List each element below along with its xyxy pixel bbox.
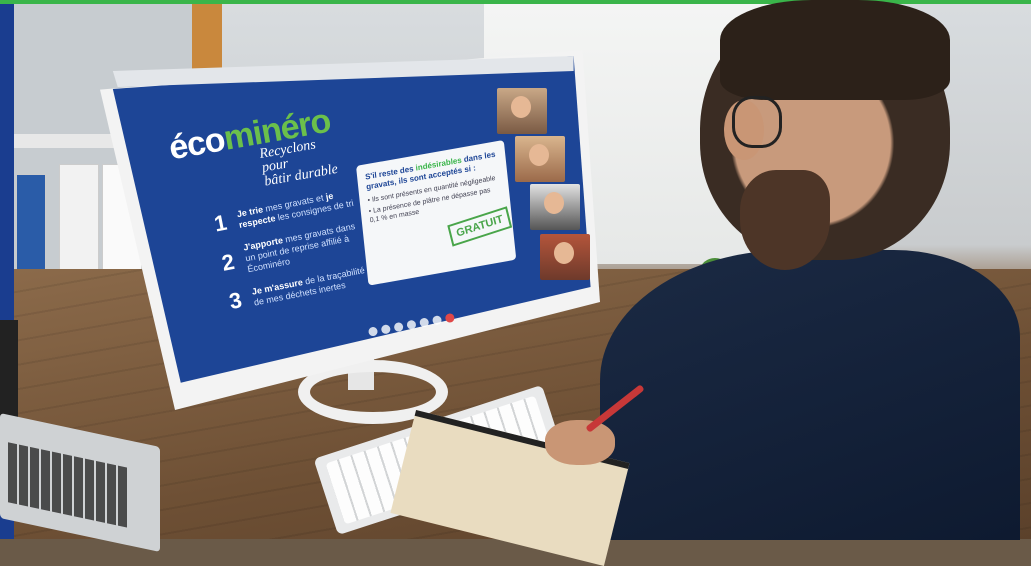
free-stamp: GRATUIT: [447, 206, 513, 247]
end-call-icon[interactable]: [444, 312, 456, 324]
camera-icon[interactable]: [380, 324, 392, 335]
captions-icon[interactable]: [393, 321, 404, 333]
person-hand: [545, 420, 615, 465]
participant-face: [511, 96, 531, 118]
person-body: [600, 250, 1020, 540]
participant-video[interactable]: [515, 136, 565, 182]
hand-icon[interactable]: [406, 319, 417, 330]
info-card: S'il reste des indésirables dans les gra…: [356, 139, 517, 286]
ecominero-logo: écominéro Recyclons pour bâtir durable: [166, 102, 339, 190]
steps-list: 1 Je trie mes gravats et je respecte les…: [212, 185, 375, 325]
person-beard: [740, 170, 830, 270]
mic-icon[interactable]: [367, 326, 379, 337]
present-icon[interactable]: [419, 317, 430, 328]
person-hair: [720, 0, 950, 100]
more-icon[interactable]: [431, 315, 443, 326]
participant-video[interactable]: [497, 88, 547, 134]
participant-face: [544, 192, 564, 214]
participant-video[interactable]: [530, 184, 580, 230]
participant-face: [554, 242, 574, 264]
glasses: [732, 96, 782, 148]
participant-video[interactable]: [540, 234, 590, 280]
participant-face: [529, 144, 549, 166]
call-controls: [367, 312, 458, 337]
